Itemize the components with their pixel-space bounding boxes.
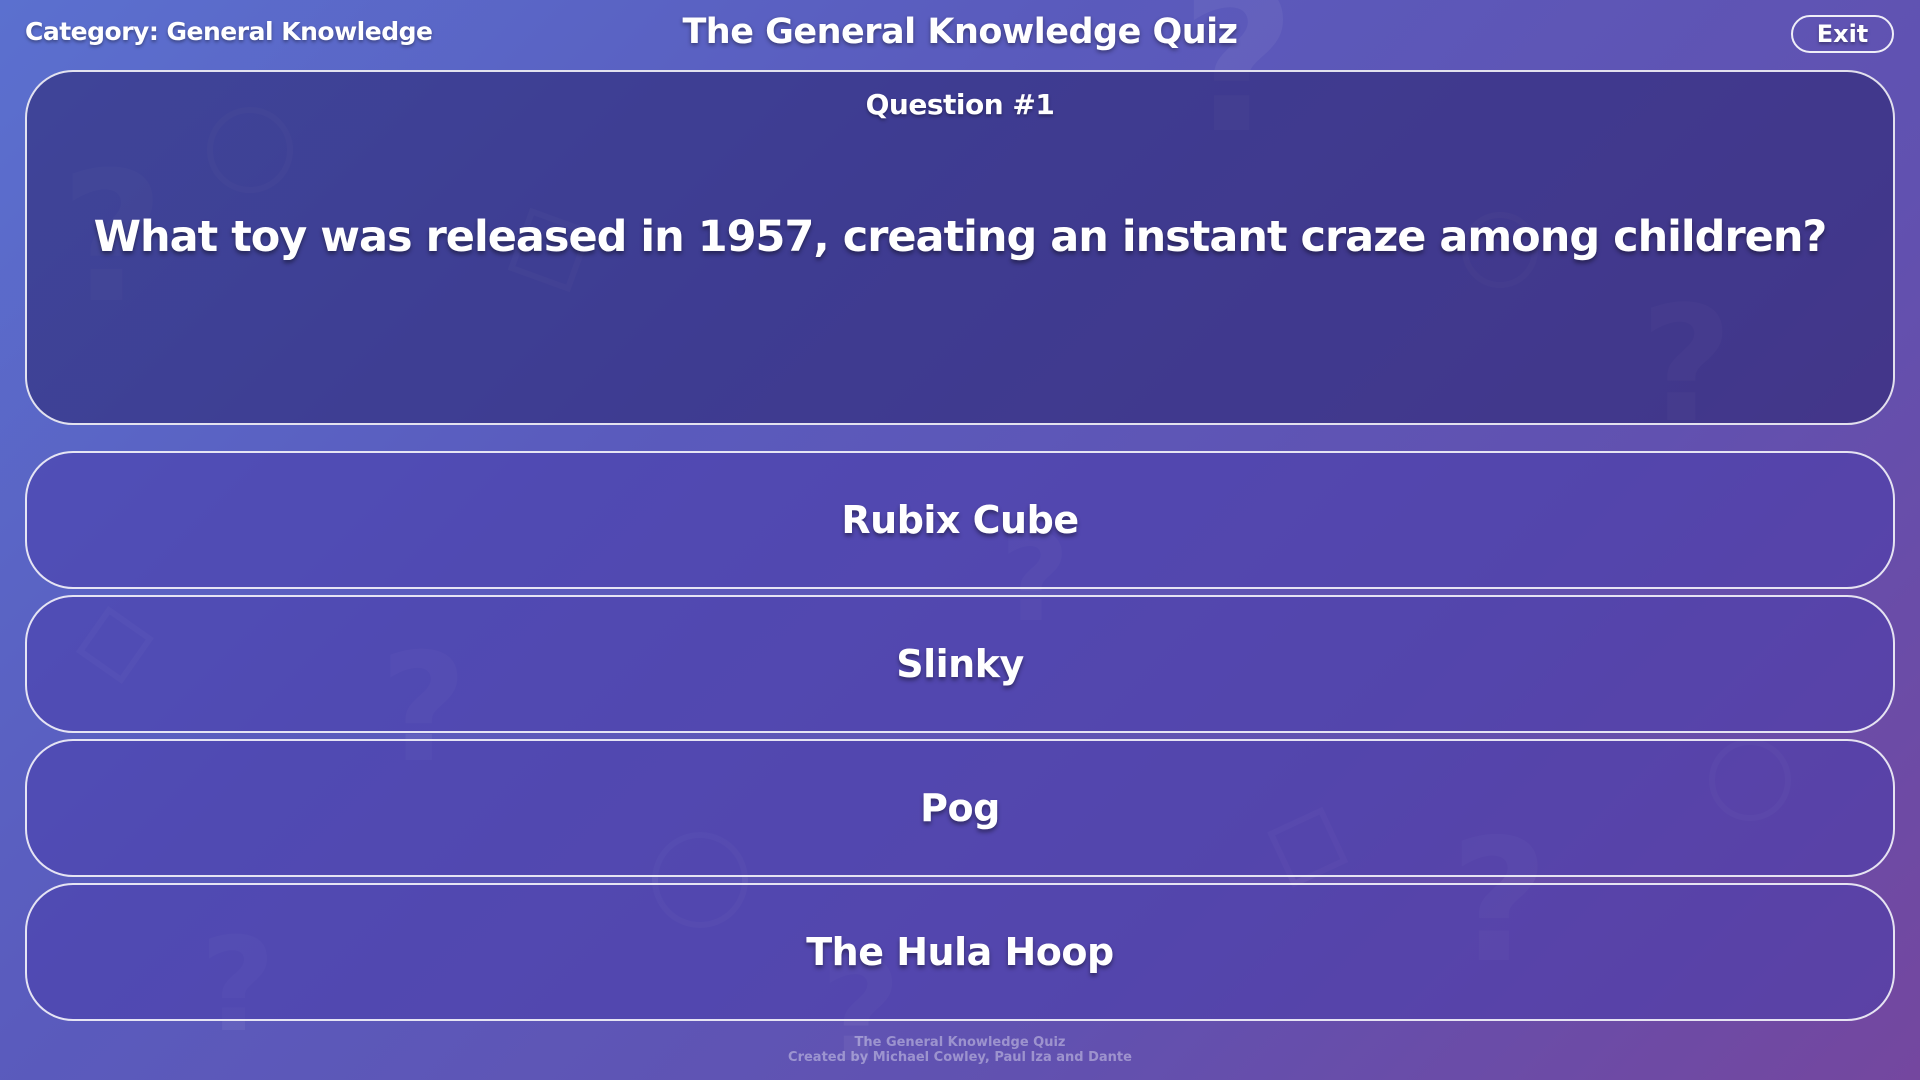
answer-label: The Hula Hoop bbox=[806, 930, 1114, 974]
answer-label: Slinky bbox=[896, 642, 1024, 686]
answer-button-2[interactable]: Slinky bbox=[25, 595, 1895, 733]
top-bar: Category: General Knowledge The General … bbox=[0, 0, 1920, 70]
answer-label: Rubix Cube bbox=[841, 498, 1079, 542]
answer-button-4[interactable]: The Hula Hoop bbox=[25, 883, 1895, 1021]
question-card: Question #1 What toy was released in 195… bbox=[25, 70, 1895, 425]
footer-credits: The General Knowledge Quiz Created by Mi… bbox=[0, 1035, 1920, 1065]
exit-button[interactable]: Exit bbox=[1791, 15, 1894, 53]
footer-title: The General Knowledge Quiz bbox=[854, 1035, 1066, 1050]
question-text: What toy was released in 1957, creating … bbox=[93, 212, 1828, 262]
answer-button-3[interactable]: Pog bbox=[25, 739, 1895, 877]
answer-label: Pog bbox=[920, 786, 1000, 830]
answer-button-1[interactable]: Rubix Cube bbox=[25, 451, 1895, 589]
quiz-title: The General Knowledge Quiz bbox=[682, 12, 1238, 52]
question-number: Question #1 bbox=[865, 88, 1055, 121]
answer-list: Rubix Cube Slinky Pog The Hula Hoop bbox=[25, 451, 1895, 1027]
footer-authors: Created by Michael Cowley, Paul Iza and … bbox=[788, 1050, 1132, 1065]
